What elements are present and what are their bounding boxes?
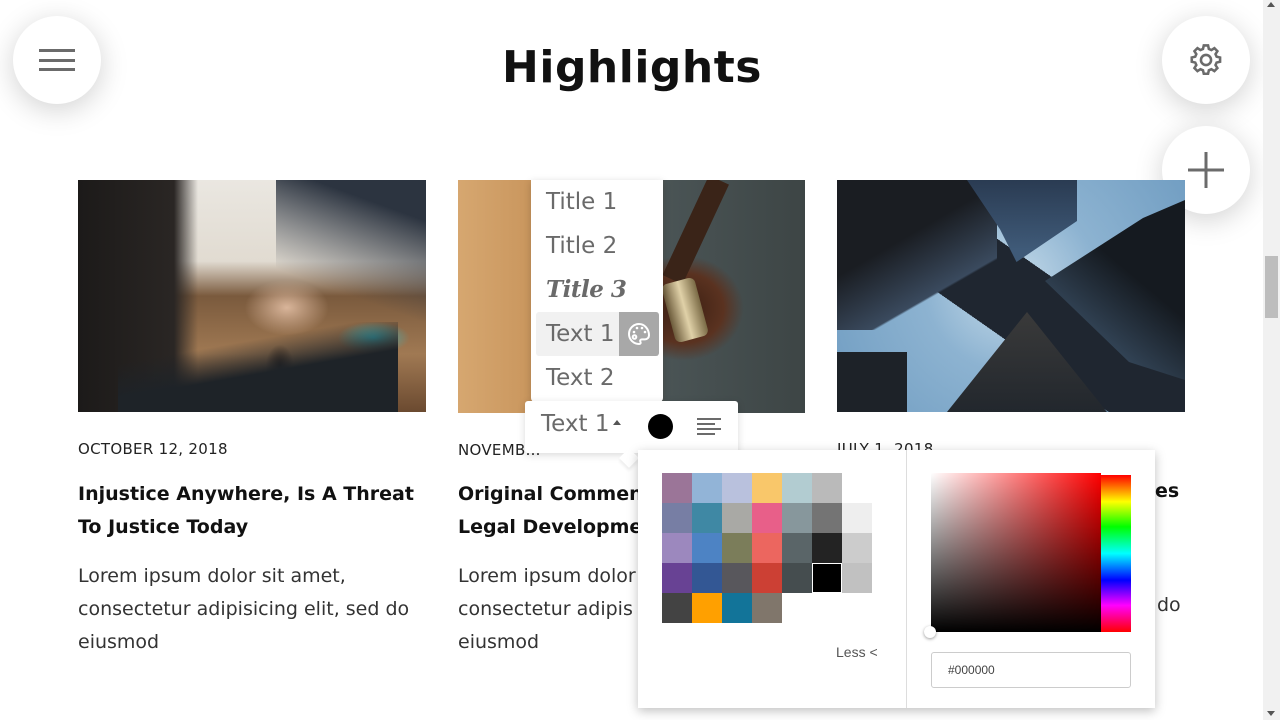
color-swatch[interactable] [812,503,842,533]
style-option-text-2[interactable]: Text 2 [531,356,663,400]
style-option-title-1[interactable]: Title 1 [531,180,663,224]
hex-color-input[interactable] [931,652,1131,688]
article-card: OCTOBER 12, 2018 Injustice Anywhere, Is … [78,180,426,659]
color-swatch[interactable] [812,473,842,503]
color-swatch[interactable] [722,593,752,623]
article-card: JULY 1, 2018 es do [837,180,1185,616]
color-swatch[interactable] [722,473,752,503]
text-color-button[interactable] [648,414,673,439]
color-picker-panel: Less < [638,450,1155,708]
swatch-row [662,473,872,503]
swatch-row [662,533,872,563]
color-swatch[interactable] [722,503,752,533]
settings-button[interactable] [1162,16,1250,104]
text-style-value: Text 1 [541,411,610,437]
saturation-value-area[interactable] [931,473,1101,632]
text-style-menu: Title 1 Title 2 Title 3 Text 1 Text 2 [531,180,663,402]
swatch-row [662,503,872,533]
color-swatch[interactable] [752,533,782,563]
color-swatch[interactable] [752,593,782,623]
plus-icon [1188,152,1224,188]
text-style-dropdown[interactable]: Text 1 [541,411,622,437]
palette-icon [628,322,651,346]
color-swatch[interactable] [722,533,752,563]
color-swatch[interactable] [812,533,842,563]
scroll-down-arrow-icon[interactable] [1267,711,1275,716]
color-swatch[interactable] [842,533,872,563]
color-swatch[interactable] [782,563,812,593]
divider [906,450,907,708]
skyscrapers-image[interactable] [837,180,1185,412]
color-swatches [662,473,872,623]
color-swatch[interactable] [692,593,722,623]
business-handshake-image[interactable] [78,180,426,412]
color-swatch[interactable] [692,563,722,593]
color-swatch[interactable] [662,473,692,503]
menu-button[interactable] [13,16,101,104]
color-swatch[interactable] [722,563,752,593]
page-title: Highlights [502,42,762,93]
color-swatch[interactable] [752,563,782,593]
hue-slider[interactable] [1101,475,1131,632]
caret-up-icon [613,420,622,425]
color-swatch[interactable] [842,503,872,533]
color-swatch[interactable] [752,503,782,533]
color-swatch[interactable] [752,473,782,503]
color-swatch[interactable] [692,533,722,563]
style-option-label: Text 1 [546,321,615,347]
swatch-row [662,563,872,593]
card-body-fragment: do [1157,594,1181,616]
swatch-empty [842,593,872,623]
color-swatch[interactable] [662,503,692,533]
text-toolbar: Text 1 [525,401,738,453]
style-option-title-2[interactable]: Title 2 [531,224,663,268]
color-swatch[interactable] [662,533,692,563]
card-body: Lorem ipsum dolor sit amet, consectetur … [78,565,410,653]
scrollbar-thumb[interactable] [1265,256,1278,318]
color-swatch[interactable] [782,503,812,533]
less-colors-link[interactable]: Less < [836,644,878,660]
vertical-scrollbar[interactable] [1263,0,1280,720]
color-swatch[interactable] [782,473,812,503]
color-swatch[interactable] [782,533,812,563]
style-option-text-1[interactable]: Text 1 [536,312,659,356]
card-title[interactable]: Injustice Anywhere, Is A Threat To Justi… [78,478,426,544]
color-swatch[interactable] [842,563,872,593]
color-swatch[interactable] [662,593,692,623]
card-date: OCTOBER 12, 2018 [78,440,228,458]
color-swatch[interactable] [812,563,842,593]
swatch-empty [812,593,842,623]
swatch-row [662,593,872,623]
swatch-empty [842,473,872,503]
color-swatch[interactable] [692,503,722,533]
swatch-empty [782,593,812,623]
gear-icon [1190,44,1222,76]
align-left-icon[interactable] [697,418,721,435]
card-title-fragment: es [1155,480,1180,502]
edit-style-palette-button[interactable] [619,312,659,356]
color-swatch[interactable] [692,473,722,503]
hamburger-icon [39,49,75,71]
color-swatch[interactable] [662,563,692,593]
style-option-title-3[interactable]: Title 3 [531,268,663,312]
saturation-handle[interactable] [924,626,936,638]
scroll-up-arrow-icon[interactable] [1267,2,1275,7]
